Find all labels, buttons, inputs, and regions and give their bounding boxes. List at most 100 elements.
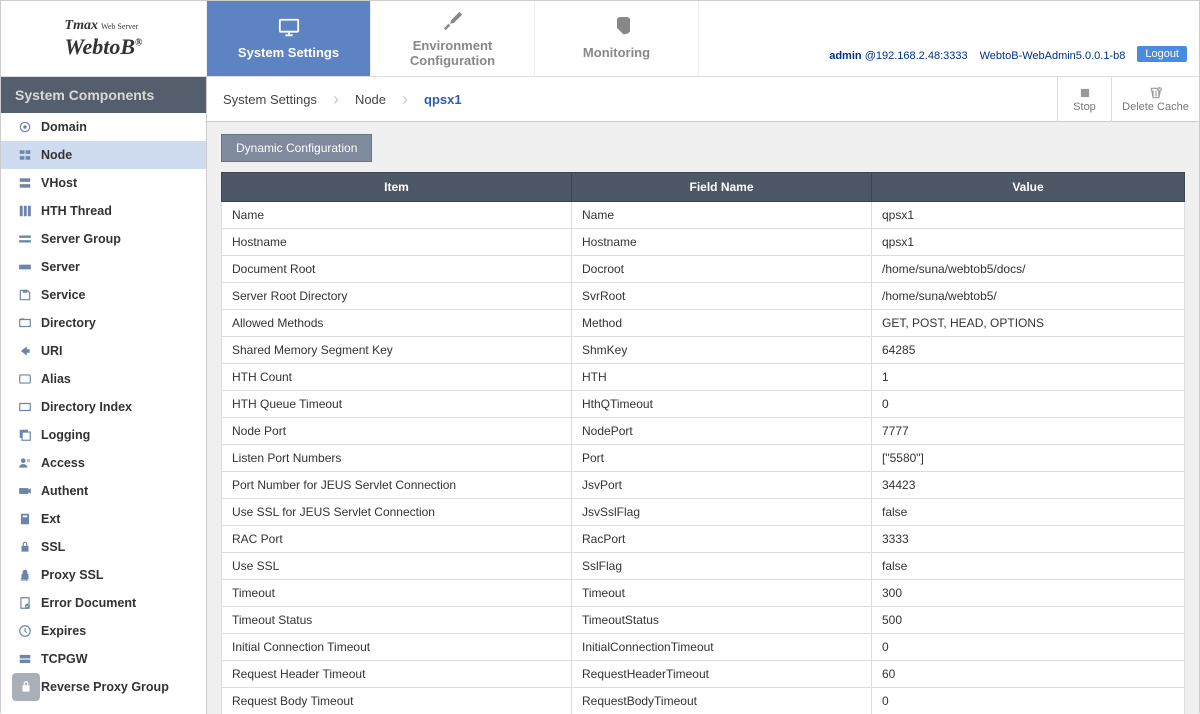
tab-system-settings[interactable]: System Settings xyxy=(207,1,371,76)
cell-field: Hostname xyxy=(572,229,872,256)
cell-value: qpsx1 xyxy=(872,202,1185,229)
table-row[interactable]: RAC PortRacPort3333 xyxy=(222,526,1185,553)
cell-item: Node Port xyxy=(222,418,572,445)
cell-value: 0 xyxy=(872,634,1185,661)
table-row[interactable]: HostnameHostnameqpsx1 xyxy=(222,229,1185,256)
tab-label: System Settings xyxy=(238,45,339,60)
sidebar-item-expires[interactable]: Expires xyxy=(1,617,206,645)
sidebar-item-hth-thread[interactable]: HTH Thread xyxy=(1,197,206,225)
content-area: System Settings › Node › qpsx1 Stop Dele… xyxy=(207,77,1199,714)
table-row[interactable]: Initial Connection TimeoutInitialConnect… xyxy=(222,634,1185,661)
table-row[interactable]: Document RootDocroot/home/suna/webtob5/d… xyxy=(222,256,1185,283)
cell-field: TimeoutStatus xyxy=(572,607,872,634)
sidebar-icon xyxy=(17,232,33,246)
sidebar-item-vhost[interactable]: VHost xyxy=(1,169,206,197)
table-row[interactable]: Server Root DirectorySvrRoot/home/suna/w… xyxy=(222,283,1185,310)
sidebar-icon xyxy=(17,148,33,162)
cell-value: 300 xyxy=(872,580,1185,607)
sidebar-icon xyxy=(17,596,33,610)
breadcrumb-node[interactable]: Node xyxy=(339,77,402,121)
sidebar-item-authent[interactable]: Authent xyxy=(1,477,206,505)
dynamic-config-button[interactable]: Dynamic Configuration xyxy=(221,134,372,162)
sidebar-item-server[interactable]: Server xyxy=(1,253,206,281)
cell-field: Method xyxy=(572,310,872,337)
sidebar-icon xyxy=(17,456,33,470)
cell-value: false xyxy=(872,553,1185,580)
sidebar-item-directory[interactable]: Directory xyxy=(1,309,206,337)
cell-value: /home/suna/webtob5/docs/ xyxy=(872,256,1185,283)
cell-field: RequestHeaderTimeout xyxy=(572,661,872,688)
sidebar: System Components DomainNodeVHostHTH Thr… xyxy=(1,77,207,714)
cell-item: Name xyxy=(222,202,572,229)
sidebar-item-ssl[interactable]: SSL xyxy=(1,533,206,561)
table-row[interactable]: Port Number for JEUS Servlet ConnectionJ… xyxy=(222,472,1185,499)
cell-item: Request Header Timeout xyxy=(222,661,572,688)
logo-brand-sub: Web Server xyxy=(101,22,138,31)
cell-value: 7777 xyxy=(872,418,1185,445)
cell-item: Initial Connection Timeout xyxy=(222,634,572,661)
sidebar-item-proxy-ssl[interactable]: SSLProxy SSL xyxy=(1,561,206,589)
sidebar-item-label: Server xyxy=(41,260,80,274)
table-row[interactable]: Request Header TimeoutRequestHeaderTimeo… xyxy=(222,661,1185,688)
sidebar-item-access[interactable]: Access xyxy=(1,449,206,477)
admin-info: admin @192.168.2.48:3333 xyxy=(829,50,967,62)
sidebar-item-domain[interactable]: Domain xyxy=(1,113,206,141)
sidebar-icon xyxy=(17,400,33,414)
cell-value: /home/suna/webtob5/ xyxy=(872,283,1185,310)
sidebar-item-tcpgw[interactable]: TCPGW xyxy=(1,645,206,673)
table-row[interactable]: TimeoutTimeout300 xyxy=(222,580,1185,607)
sidebar-item-error-document[interactable]: Error Document xyxy=(1,589,206,617)
sidebar-item-label: Access xyxy=(41,456,85,470)
table-row[interactable]: HTH CountHTH1 xyxy=(222,364,1185,391)
cell-field: Name xyxy=(572,202,872,229)
sidebar-item-label: Service xyxy=(41,288,85,302)
sidebar-item-server-group[interactable]: Server Group xyxy=(1,225,206,253)
stop-button[interactable]: Stop xyxy=(1057,77,1111,122)
table-row[interactable]: Allowed MethodsMethodGET, POST, HEAD, OP… xyxy=(222,310,1185,337)
table-row[interactable]: Use SSLSslFlagfalse xyxy=(222,553,1185,580)
table-row[interactable]: Use SSL for JEUS Servlet ConnectionJsvSs… xyxy=(222,499,1185,526)
cell-field: HTH xyxy=(572,364,872,391)
sidebar-item-node[interactable]: Node xyxy=(1,141,206,169)
stop-icon xyxy=(1078,86,1092,100)
sidebar-icon xyxy=(17,372,33,386)
tab-environment-config[interactable]: Environment Configuration xyxy=(371,1,535,76)
breadcrumb-system-settings[interactable]: System Settings xyxy=(207,77,333,121)
sidebar-item-service[interactable]: Service xyxy=(1,281,206,309)
cell-value: 500 xyxy=(872,607,1185,634)
tab-monitoring[interactable]: Monitoring xyxy=(535,1,699,76)
sidebar-icon xyxy=(17,176,33,190)
cell-item: Document Root xyxy=(222,256,572,283)
sidebar-item-logging[interactable]: Logging xyxy=(1,421,206,449)
cell-item: Hostname xyxy=(222,229,572,256)
sidebar-item-directory-index[interactable]: Directory Index xyxy=(1,393,206,421)
sidebar-item-label: Expires xyxy=(41,624,86,638)
sidebar-item-ext[interactable]: Ext xyxy=(1,505,206,533)
logout-button[interactable]: Logout xyxy=(1137,46,1187,62)
breadcrumb-current: qpsx1 xyxy=(408,77,478,121)
logo-brand-main: WebtoB xyxy=(65,34,135,59)
sidebar-icon xyxy=(17,204,33,218)
table-row[interactable]: Request Body TimeoutRequestBodyTimeout0 xyxy=(222,688,1185,714)
table-row[interactable]: HTH Queue TimeoutHthQTimeout0 xyxy=(222,391,1185,418)
cell-value: 0 xyxy=(872,391,1185,418)
sidebar-item-alias[interactable]: Alias xyxy=(1,365,206,393)
cell-item: Listen Port Numbers xyxy=(222,445,572,472)
cell-field: HthQTimeout xyxy=(572,391,872,418)
delete-cache-button[interactable]: Delete Cache xyxy=(1111,77,1199,122)
sidebar-item-label: VHost xyxy=(41,176,77,190)
cell-field: RequestBodyTimeout xyxy=(572,688,872,714)
sidebar-item-uri[interactable]: URI xyxy=(1,337,206,365)
cell-item: Port Number for JEUS Servlet Connection xyxy=(222,472,572,499)
table-row[interactable]: Listen Port NumbersPort["5580"] xyxy=(222,445,1185,472)
table-row[interactable]: NameNameqpsx1 xyxy=(222,202,1185,229)
table-row[interactable]: Node PortNodePort7777 xyxy=(222,418,1185,445)
table-row[interactable]: Shared Memory Segment KeyShmKey64285 xyxy=(222,337,1185,364)
table-row[interactable]: Timeout StatusTimeoutStatus500 xyxy=(222,607,1185,634)
sidebar-item-label: Ext xyxy=(41,512,60,526)
sidebar-item-label: Proxy SSL xyxy=(41,568,104,582)
cell-item: Request Body Timeout xyxy=(222,688,572,714)
lock-icon[interactable] xyxy=(12,673,40,701)
config-table: Item Field Name Value NameNameqpsx1Hostn… xyxy=(221,172,1185,714)
cell-value: qpsx1 xyxy=(872,229,1185,256)
